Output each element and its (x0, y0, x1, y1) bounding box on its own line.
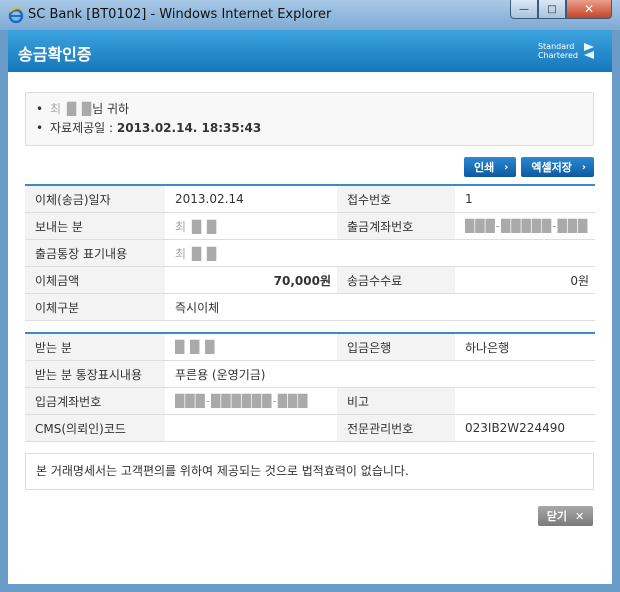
action-buttons: 인쇄 › 엑셀저장 › (464, 157, 594, 177)
transfer-amount-label: 이체금액 (25, 266, 165, 294)
recipient-suffix: 님 귀하 (92, 102, 130, 116)
cms-code-value (165, 414, 337, 442)
transfer-fee-label: 송금수수료 (337, 266, 455, 294)
window-titlebar[interactable]: SC Bank [BT0102] - Windows Internet Expl… (0, 0, 620, 30)
browser-window: SC Bank [BT0102] - Windows Internet Expl… (0, 0, 620, 592)
excel-save-button[interactable]: 엑셀저장 › (521, 157, 594, 177)
logo-line-standard: Standard (537, 42, 575, 51)
provided-date-value: 2013.02.14. 18:35:43 (116, 121, 262, 135)
sender-label: 보내는 분 (25, 212, 165, 240)
provided-date-label: 자료제공일 : (50, 121, 117, 135)
print-button-label: 인쇄 (474, 161, 495, 174)
internet-explorer-icon (8, 7, 24, 23)
table-row: 받는 분 █ █ █ 입금은행 하나은행 (25, 333, 595, 361)
masked-recipient-name: 최 █ █ (50, 102, 93, 116)
transfer-date-label: 이체(송금)일자 (25, 185, 165, 213)
bullet-icon: • (36, 102, 44, 116)
table-row: 받는 분 통장표시내용 푸른용 (운영기금) (25, 360, 595, 388)
message-management-number-value: 023IB2W224490 (455, 414, 595, 442)
deposit-bank-value: 하나은행 (455, 333, 595, 361)
page-header: 송금확인증 Standard Chartered (8, 30, 612, 72)
window-title: SC Bank [BT0102] - Windows Internet Expl… (28, 7, 332, 22)
table-row: 이체구분 즉시이체 (25, 293, 595, 321)
recipient-memo-value: 푸른용 (운영기금) (165, 360, 595, 388)
legal-notice: 본 거래명세서는 고객편의를 위하여 제공되는 것으로 법적효력이 없습니다. (25, 453, 594, 490)
recipient-details-table: 받는 분 █ █ █ 입금은행 하나은행 받는 분 통장표시내용 푸른용 (운영… (25, 332, 595, 442)
recipient-value: █ █ █ (165, 333, 337, 361)
close-icon: ✕ (575, 509, 585, 523)
minimize-button[interactable]: — (510, 0, 538, 19)
close-button-label: 닫기 (546, 510, 568, 523)
close-window-button[interactable]: ✕ (566, 0, 612, 19)
page-title: 송금확인증 (18, 45, 92, 64)
transfer-type-label: 이체구분 (25, 293, 165, 321)
bullet-icon: • (36, 121, 44, 135)
info-date-line: • 자료제공일 : 2013.02.14. 18:35:43 (36, 119, 593, 138)
page-content: 송금확인증 Standard Chartered • 최 █ █님 귀하 • 자료제… (8, 30, 612, 584)
transfer-date-value: 2013.02.14 (165, 185, 337, 213)
print-button[interactable]: 인쇄 › (464, 157, 517, 177)
sender-value: 최 █ █ (165, 212, 337, 240)
withdrawal-memo-value: 최 █ █ (165, 239, 595, 267)
close-button[interactable]: 닫기 ✕ (538, 506, 593, 526)
chevron-right-icon: › (504, 161, 509, 173)
recipient-label: 받는 분 (25, 333, 165, 361)
info-recipient-line: • 최 █ █님 귀하 (36, 100, 593, 119)
receipt-number-value: 1 (455, 185, 595, 213)
recipient-memo-label: 받는 분 통장표시내용 (25, 360, 165, 388)
withdrawal-account-label: 출금계좌번호 (337, 212, 455, 240)
transfer-fee-value: 0원 (455, 266, 595, 294)
recipient-info-box: • 최 █ █님 귀하 • 자료제공일 : 2013.02.14. 18:35:43 (25, 92, 594, 146)
transfer-type-value: 즉시이체 (165, 293, 595, 321)
table-row: 입금계좌번호 ███-██████-███ 비고 (25, 387, 595, 415)
receipt-number-label: 접수번호 (337, 185, 455, 213)
window-controls: — □ ✕ (510, 0, 612, 19)
logo-line-chartered: Chartered (537, 51, 578, 60)
table-row: 이체(송금)일자 2013.02.14 접수번호 1 (25, 185, 595, 213)
deposit-bank-label: 입금은행 (337, 333, 455, 361)
cms-code-label: CMS(의뢰인)코드 (25, 414, 165, 442)
standard-chartered-mark-icon (584, 43, 594, 59)
transfer-amount-value: 70,000원 (165, 266, 337, 294)
table-row: 출금통장 표기내용 최 █ █ (25, 239, 595, 267)
deposit-account-label: 입금계좌번호 (25, 387, 165, 415)
remarks-label: 비고 (337, 387, 455, 415)
standard-chartered-logo: Standard Chartered (538, 41, 596, 61)
deposit-account-value: ███-██████-███ (165, 387, 337, 415)
chevron-right-icon: › (581, 161, 586, 173)
transfer-details-table: 이체(송금)일자 2013.02.14 접수번호 1 보내는 분 최 █ █ 출… (25, 184, 595, 321)
withdrawal-account-value: ███-█████-███ (455, 212, 595, 240)
maximize-button[interactable]: □ (538, 0, 566, 19)
remarks-value (455, 387, 595, 415)
message-management-number-label: 전문관리번호 (337, 414, 455, 442)
excel-save-button-label: 엑셀저장 (531, 161, 572, 174)
table-row: CMS(의뢰인)코드 전문관리번호 023IB2W224490 (25, 414, 595, 442)
table-row: 이체금액 70,000원 송금수수료 0원 (25, 266, 595, 294)
table-row: 보내는 분 최 █ █ 출금계좌번호 ███-█████-███ (25, 212, 595, 240)
withdrawal-memo-label: 출금통장 표기내용 (25, 239, 165, 267)
